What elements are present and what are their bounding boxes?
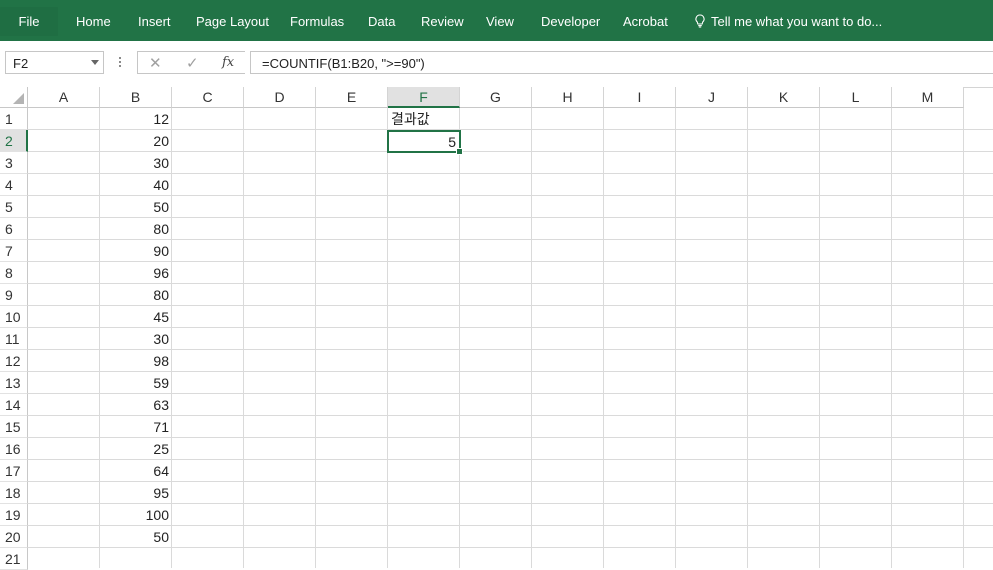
select-all-icon [13,93,24,104]
cancel-icon[interactable]: ✕ [149,54,162,72]
tab-formulas[interactable]: Formulas [290,0,344,41]
cell-b20[interactable]: 50 [100,526,172,548]
name-box-value: F2 [13,56,29,71]
cell-f1[interactable]: 결과값 [388,108,460,130]
row-header-1[interactable]: 1 [0,108,28,130]
row-header-7[interactable]: 7 [0,240,28,262]
row-header-2[interactable]: 2 [0,130,28,152]
column-header-l[interactable]: L [820,87,892,108]
cell-b12[interactable]: 98 [100,350,172,372]
cell-b16[interactable]: 25 [100,438,172,460]
column-header-d[interactable]: D [244,87,316,108]
tab-developer[interactable]: Developer [541,0,600,41]
tell-me-text: Tell me what you want to do... [711,14,883,29]
row-header-20[interactable]: 20 [0,526,28,548]
cell-b2[interactable]: 20 [100,130,172,152]
name-box[interactable]: F2 [5,51,104,74]
column-header-e[interactable]: E [316,87,388,108]
tab-review[interactable]: Review [421,0,464,41]
column-header-h[interactable]: H [532,87,604,108]
row-header-21[interactable]: 21 [0,548,28,570]
tab-file[interactable]: File [0,7,58,36]
column-header-i[interactable]: I [604,87,676,108]
cell-b9[interactable]: 80 [100,284,172,306]
tab-home[interactable]: Home [76,0,111,41]
formula-bar: F2 ✕ ✓ fx =COUNTIF(B1:B20, ">=90") [0,41,993,88]
cell-b18[interactable]: 95 [100,482,172,504]
cell-b3[interactable]: 30 [100,152,172,174]
row-header-14[interactable]: 14 [0,394,28,416]
tab-acrobat[interactable]: Acrobat [623,0,668,41]
row-header-12[interactable]: 12 [0,350,28,372]
cell-b1[interactable]: 12 [100,108,172,130]
row-header-15[interactable]: 15 [0,416,28,438]
cell-b4[interactable]: 40 [100,174,172,196]
cell-b19[interactable]: 100 [100,504,172,526]
row-header-8[interactable]: 8 [0,262,28,284]
fill-handle[interactable] [456,148,463,155]
row-header-4[interactable]: 4 [0,174,28,196]
cell-b6[interactable]: 80 [100,218,172,240]
column-header-j[interactable]: J [676,87,748,108]
row-header-11[interactable]: 11 [0,328,28,350]
cell-b17[interactable]: 64 [100,460,172,482]
cell-b5[interactable]: 50 [100,196,172,218]
column-header-f[interactable]: F [388,87,460,108]
tab-data[interactable]: Data [368,0,395,41]
cell-b10[interactable]: 45 [100,306,172,328]
cell-b13[interactable]: 59 [100,372,172,394]
row-header-17[interactable]: 17 [0,460,28,482]
ribbon-tab-bar: File Home Insert Page Layout Formulas Da… [0,0,993,41]
formula-buttons: ✕ ✓ fx [137,51,245,74]
row-header-18[interactable]: 18 [0,482,28,504]
chevron-down-icon[interactable] [91,60,99,65]
cell-b8[interactable]: 96 [100,262,172,284]
formula-text: =COUNTIF(B1:B20, ">=90") [262,56,425,71]
row-header-9[interactable]: 9 [0,284,28,306]
active-cell-f2[interactable]: 5 [387,130,463,155]
resize-grip-icon[interactable] [119,57,122,69]
column-header-k[interactable]: K [748,87,820,108]
tab-insert[interactable]: Insert [138,0,171,41]
insert-function-icon[interactable]: fx [222,55,234,70]
worksheet-grid: ABCDEFGHIJKLM 1 2 3 4 5 6 7 8 9 10 11 12 13 14 15 16 17 1… [0,87,993,570]
row-header-5[interactable]: 5 [0,196,28,218]
column-header-c[interactable]: C [172,87,244,108]
row-header-10[interactable]: 10 [0,306,28,328]
cell-b11[interactable]: 30 [100,328,172,350]
select-all-button[interactable] [0,87,28,108]
column-header-g[interactable]: G [460,87,532,108]
cell-b7[interactable]: 90 [100,240,172,262]
tab-view[interactable]: View [486,0,514,41]
formula-input[interactable]: =COUNTIF(B1:B20, ">=90") [250,51,993,74]
column-header-a[interactable]: A [28,87,100,108]
row-header-13[interactable]: 13 [0,372,28,394]
cell-b15[interactable]: 71 [100,416,172,438]
lightbulb-icon [695,14,705,28]
cell-b14[interactable]: 63 [100,394,172,416]
cell-area[interactable]: 12 20 30 40 50 80 90 96 80 45 30 98 59 63 71 25 64 95 100 5… [28,108,993,568]
row-header-6[interactable]: 6 [0,218,28,240]
row-header-16[interactable]: 16 [0,438,28,460]
cell-f2-value: 5 [448,134,456,150]
row-header-19[interactable]: 19 [0,504,28,526]
tell-me-search[interactable]: Tell me what you want to do... [694,0,882,41]
column-header-m[interactable]: M [892,87,964,108]
column-header-b[interactable]: B [100,87,172,108]
row-header-3[interactable]: 3 [0,152,28,174]
tab-page-layout[interactable]: Page Layout [196,0,269,41]
enter-icon[interactable]: ✓ [186,54,199,72]
